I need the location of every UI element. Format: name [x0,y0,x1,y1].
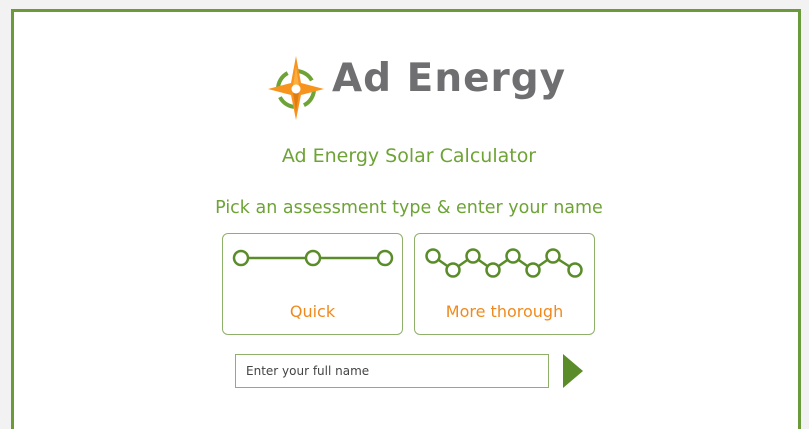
thorough-assessment-card[interactable]: More thorough [414,233,595,335]
brand-name: Ad Energy [332,56,567,101]
page-subtitle: Pick an assessment type & enter your nam… [215,198,603,218]
page-title: Ad Energy Solar Calculator [281,145,537,167]
page-frame: Ad Energy Ad Energy Solar Calculator Pic… [11,9,801,429]
play-arrow-icon [563,354,583,388]
quick-assessment-card[interactable]: Quick [222,233,403,335]
zigzag-node-line-icon [425,248,583,278]
quick-label: Quick [289,302,336,321]
full-name-input[interactable] [235,354,549,388]
three-node-line-icon [232,249,394,267]
thorough-label: More thorough [445,302,564,321]
compass-star-icon [268,56,324,120]
submit-button[interactable] [561,354,585,388]
brand-logo: Ad Energy [266,52,586,122]
